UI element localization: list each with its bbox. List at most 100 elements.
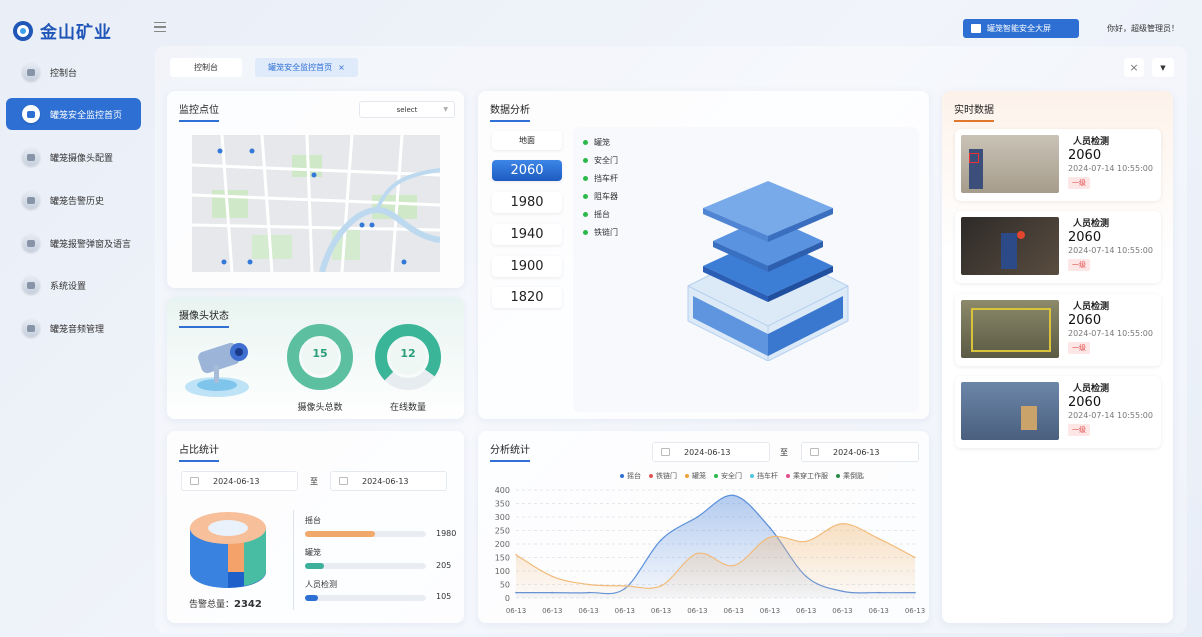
data-point bbox=[769, 536, 771, 539]
status-dot-icon bbox=[583, 176, 588, 181]
severity-badge: 一级 bbox=[1068, 177, 1090, 189]
data-point bbox=[841, 522, 844, 525]
panel-title: 监控点位 bbox=[179, 101, 219, 122]
legend-item: 铁链门 bbox=[583, 227, 618, 238]
snapshot-image bbox=[961, 135, 1059, 193]
x-tick-label: 06-13 bbox=[760, 607, 780, 615]
level-button-1900[interactable]: 1900 bbox=[492, 256, 562, 277]
alarm-total: 告警总量：2342 bbox=[189, 597, 262, 610]
y-tick-label: 350 bbox=[495, 500, 510, 509]
ratio-item-value: 1980 bbox=[436, 529, 457, 538]
level-label: 1940 bbox=[510, 227, 544, 242]
ratio-date-from[interactable]: 2024-06-13 bbox=[181, 471, 298, 491]
x-tick-label: 06-13 bbox=[542, 607, 562, 615]
date-separator: 至 bbox=[780, 448, 788, 457]
camera-icon bbox=[22, 148, 40, 166]
level-button-1820[interactable]: 1820 bbox=[492, 287, 562, 308]
tab-menu-button[interactable]: ▼ bbox=[1152, 58, 1174, 77]
card-level: 2060 bbox=[1068, 230, 1102, 245]
monitor-panel: 监控点位 select ▼ bbox=[167, 91, 464, 288]
legend-label: 罐笼 bbox=[594, 138, 610, 147]
y-tick-label: 0 bbox=[505, 594, 510, 603]
sidebar-item-console[interactable]: 控制台 bbox=[6, 56, 141, 88]
y-tick-label: 50 bbox=[500, 581, 510, 590]
card-level: 2060 bbox=[1068, 148, 1102, 163]
alert-card[interactable]: 人员检测 2060 2024-07-14 10:55:00 一级 bbox=[955, 129, 1161, 201]
close-tabs-button[interactable]: × bbox=[1124, 58, 1144, 77]
ratio-date-to[interactable]: 2024-06-13 bbox=[330, 471, 447, 491]
trend-date-to[interactable]: 2024-06-13 bbox=[801, 442, 919, 462]
trend-date-from[interactable]: 2024-06-13 bbox=[652, 442, 770, 462]
speaker-icon bbox=[22, 319, 40, 337]
trend-chart[interactable]: 0 50 100 150 200 250 300 350 400 06-13 06-13 06-13 0… bbox=[478, 480, 929, 620]
big-screen-button[interactable]: 罐笼智能安全大屏 bbox=[963, 19, 1079, 38]
calendar-icon bbox=[810, 448, 819, 456]
gear-icon bbox=[22, 276, 40, 294]
level-button-ground[interactable]: 地面 bbox=[492, 131, 562, 150]
alert-card[interactable]: 人员检测 2060 2024-07-14 10:55:00 一级 bbox=[955, 376, 1161, 448]
sidebar-item-alarm-popup[interactable]: 罐笼报警弹窗及语言 bbox=[6, 227, 141, 259]
panel-title: 占比统计 bbox=[179, 441, 219, 462]
y-tick-label: 400 bbox=[495, 486, 510, 495]
online-cameras-label: 在线数量 bbox=[389, 403, 426, 413]
card-title: 人员检测 bbox=[1073, 302, 1110, 312]
level-label: 1900 bbox=[510, 259, 544, 274]
data-point bbox=[587, 583, 590, 586]
level-button-2060[interactable]: 2060 bbox=[492, 160, 562, 181]
card-time: 2024-07-14 10:55:00 bbox=[1068, 164, 1153, 173]
panel-title: 实时数据 bbox=[954, 101, 994, 122]
ratio-bar-track bbox=[305, 595, 426, 601]
severity-badge: 一级 bbox=[1068, 259, 1090, 271]
tab-close-icon[interactable]: × bbox=[338, 63, 345, 72]
legend-label: 摇台 bbox=[594, 210, 610, 219]
legend-item: 阻车器 bbox=[583, 191, 618, 202]
sidebar-item-cage-monitor-home[interactable]: 罐笼安全监控首页 bbox=[6, 98, 141, 130]
legend-label: 铁链门 bbox=[594, 228, 618, 237]
ratio-item-value: 205 bbox=[436, 561, 452, 570]
x-tick-label: 06-13 bbox=[796, 607, 816, 615]
data-point bbox=[696, 552, 699, 555]
logo-icon bbox=[13, 20, 33, 41]
sidebar-item-alarm-history[interactable]: 罐笼告警历史 bbox=[6, 184, 141, 216]
greeting[interactable]: 你好，超级管理员！ bbox=[1107, 23, 1179, 34]
severity-badge: 一级 bbox=[1068, 342, 1090, 354]
data-point bbox=[660, 585, 662, 587]
alarm-icon bbox=[22, 191, 40, 209]
online-cameras-value: 12 bbox=[400, 347, 416, 360]
map[interactable] bbox=[192, 135, 440, 272]
status-dot-icon bbox=[583, 212, 588, 217]
level-label: 地面 bbox=[519, 136, 535, 145]
data-point bbox=[660, 539, 662, 541]
level-button-1940[interactable]: 1940 bbox=[492, 224, 562, 245]
ratio-bar-fill bbox=[305, 563, 325, 569]
card-time: 2024-07-14 10:55:00 bbox=[1068, 246, 1153, 255]
menu-toggle-icon[interactable] bbox=[154, 22, 166, 32]
tab-label: 罐笼安全监控首页 bbox=[268, 63, 333, 72]
data-point bbox=[624, 585, 626, 587]
x-tick-label: 06-13 bbox=[832, 607, 852, 615]
alert-card[interactable]: 人员检测 2060 2024-07-14 10:55:00 一级 bbox=[955, 211, 1161, 283]
card-level: 2060 bbox=[1068, 395, 1102, 410]
sidebar-item-settings[interactable]: 系统设置 bbox=[6, 269, 141, 301]
legend-swatch bbox=[685, 474, 689, 478]
legend-swatch bbox=[714, 474, 718, 478]
calendar-icon bbox=[190, 477, 199, 485]
data-point bbox=[769, 527, 771, 529]
card-time: 2024-07-14 10:55:00 bbox=[1068, 411, 1153, 420]
level-button-1980[interactable]: 1980 bbox=[492, 192, 562, 213]
card-title: 人员检测 bbox=[1073, 384, 1110, 394]
tab-cage-monitor-home[interactable]: 罐笼安全监控首页 × bbox=[255, 58, 358, 77]
snapshot-image bbox=[961, 382, 1059, 440]
sidebar-item-label: 罐笼告警历史 bbox=[50, 196, 105, 207]
legend-swatch bbox=[750, 474, 754, 478]
ratio-item-label: 罐笼 bbox=[305, 548, 321, 557]
alert-card[interactable]: 人员检测 2060 2024-07-14 10:55:00 一级 bbox=[955, 294, 1161, 366]
tab-console[interactable]: 控制台 bbox=[170, 58, 242, 77]
alarm-total-value: 2342 bbox=[234, 599, 262, 610]
sidebar-item-audio[interactable]: 罐笼音频管理 bbox=[6, 312, 141, 344]
y-tick-label: 250 bbox=[495, 527, 510, 536]
monitor-select[interactable]: select ▼ bbox=[359, 101, 455, 118]
sidebar-item-camera-config[interactable]: 罐笼摄像头配置 bbox=[6, 141, 141, 173]
card-title: 人员检测 bbox=[1073, 137, 1110, 147]
y-tick-label: 200 bbox=[495, 540, 510, 549]
